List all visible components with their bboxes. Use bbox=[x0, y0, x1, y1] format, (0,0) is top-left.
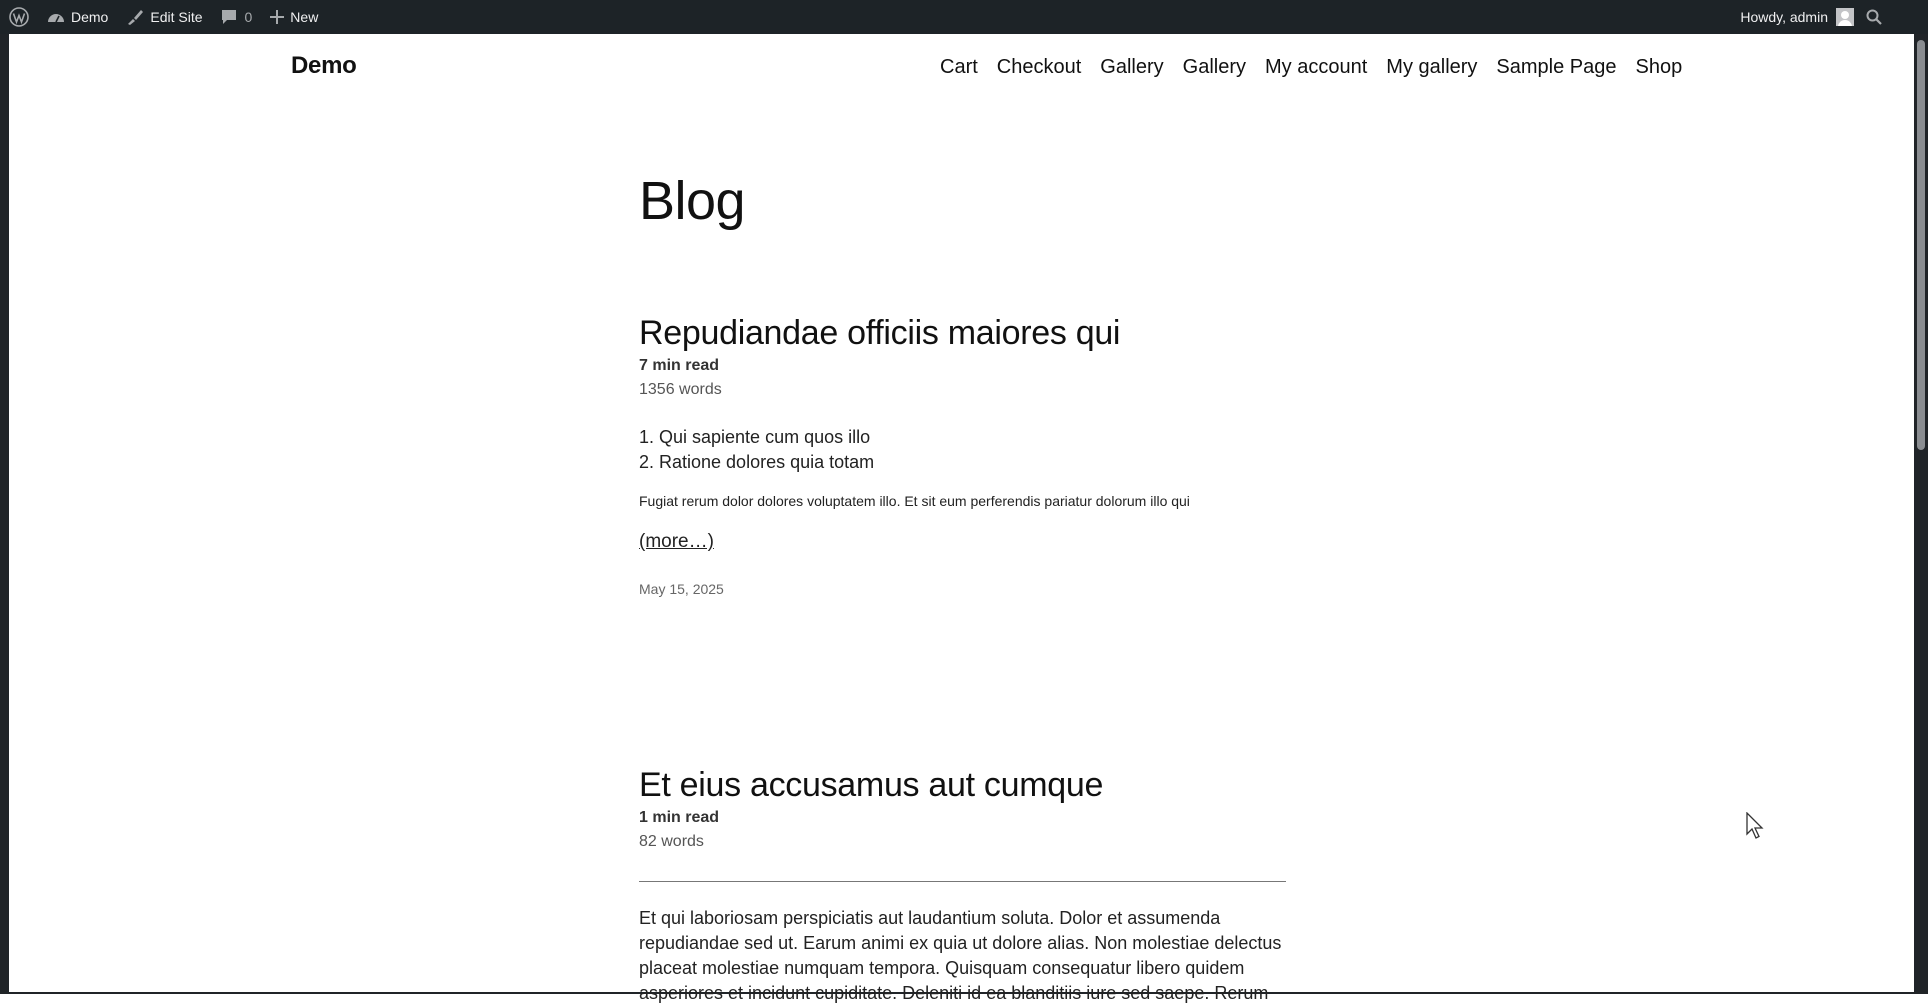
read-more-link[interactable]: (more…) bbox=[639, 531, 714, 553]
my-account-menu[interactable]: Howdy, admin bbox=[1731, 0, 1860, 34]
post-item: Et eius accusamus aut cumque 1 min read … bbox=[639, 766, 1286, 1006]
read-time: 7 min read bbox=[639, 357, 720, 374]
nav-item-gallery-2[interactable]: Gallery bbox=[1183, 56, 1246, 79]
scrollbar-thumb[interactable] bbox=[1917, 40, 1925, 450]
nav-item-my-account[interactable]: My account bbox=[1265, 56, 1367, 79]
dashboard-gauge-icon bbox=[47, 10, 65, 24]
nav-item-shop[interactable]: Shop bbox=[1636, 56, 1683, 79]
site-name-label: Demo bbox=[71, 9, 109, 25]
brush-icon bbox=[126, 8, 144, 26]
site-title[interactable]: Demo bbox=[291, 52, 357, 80]
plus-icon bbox=[270, 10, 285, 24]
nav-item-sample-page[interactable]: Sample Page bbox=[1496, 56, 1616, 79]
admin-search-button[interactable] bbox=[1860, 0, 1888, 34]
post-title[interactable]: Repudiandae officiis maiores qui bbox=[639, 314, 1286, 353]
excerpt-paragraph: Fugiat rerum dolor dolores voluptatem il… bbox=[639, 493, 1190, 509]
howdy-label: Howdy, admin bbox=[1740, 9, 1828, 25]
comment-count: 0 bbox=[244, 9, 253, 25]
post-item: Repudiandae officiis maiores qui 7 min r… bbox=[639, 314, 1286, 597]
edit-site-label: Edit Site bbox=[150, 9, 203, 25]
list-item: Ratione dolores quia totam bbox=[659, 450, 1286, 475]
search-icon bbox=[1866, 9, 1882, 25]
mouse-cursor-icon bbox=[1746, 812, 1764, 839]
word-count: 82 words bbox=[639, 833, 704, 850]
site-name-menu[interactable]: Demo bbox=[38, 0, 117, 34]
comments-button[interactable]: 0 bbox=[212, 0, 262, 34]
post-date[interactable]: May 15, 2025 bbox=[639, 581, 1286, 597]
nav-item-cart[interactable]: Cart bbox=[940, 56, 978, 79]
nav-item-gallery[interactable]: Gallery bbox=[1100, 56, 1163, 79]
wordpress-logo-menu[interactable] bbox=[0, 0, 38, 34]
word-count: 1356 words bbox=[639, 381, 722, 398]
admin-bar: Demo Edit Site 0 New Howdy, admin bbox=[0, 0, 1928, 34]
wordpress-icon bbox=[9, 7, 29, 27]
vertical-scrollbar[interactable] bbox=[1914, 34, 1928, 994]
edit-site-button[interactable]: Edit Site bbox=[117, 0, 211, 34]
post-body: Et qui laboriosam perspiciatis aut lauda… bbox=[639, 908, 1282, 1003]
comment-bubble-icon bbox=[221, 9, 237, 25]
avatar bbox=[1836, 8, 1854, 26]
post-title[interactable]: Et eius accusamus aut cumque bbox=[639, 766, 1286, 805]
excerpt-list: Qui sapiente cum quos illo Ratione dolor… bbox=[639, 425, 1286, 475]
new-label: New bbox=[290, 9, 319, 25]
separator bbox=[639, 881, 1286, 882]
nav-item-my-gallery[interactable]: My gallery bbox=[1386, 56, 1477, 79]
list-item: Qui sapiente cum quos illo bbox=[659, 425, 1286, 450]
page-title: Blog bbox=[639, 171, 746, 231]
nav-item-checkout[interactable]: Checkout bbox=[997, 56, 1082, 79]
read-time: 1 min read bbox=[639, 809, 720, 826]
window-edge bbox=[0, 34, 9, 994]
new-content-button[interactable]: New bbox=[261, 0, 327, 34]
main-navigation: Cart Checkout Gallery Gallery My account… bbox=[940, 56, 1682, 79]
